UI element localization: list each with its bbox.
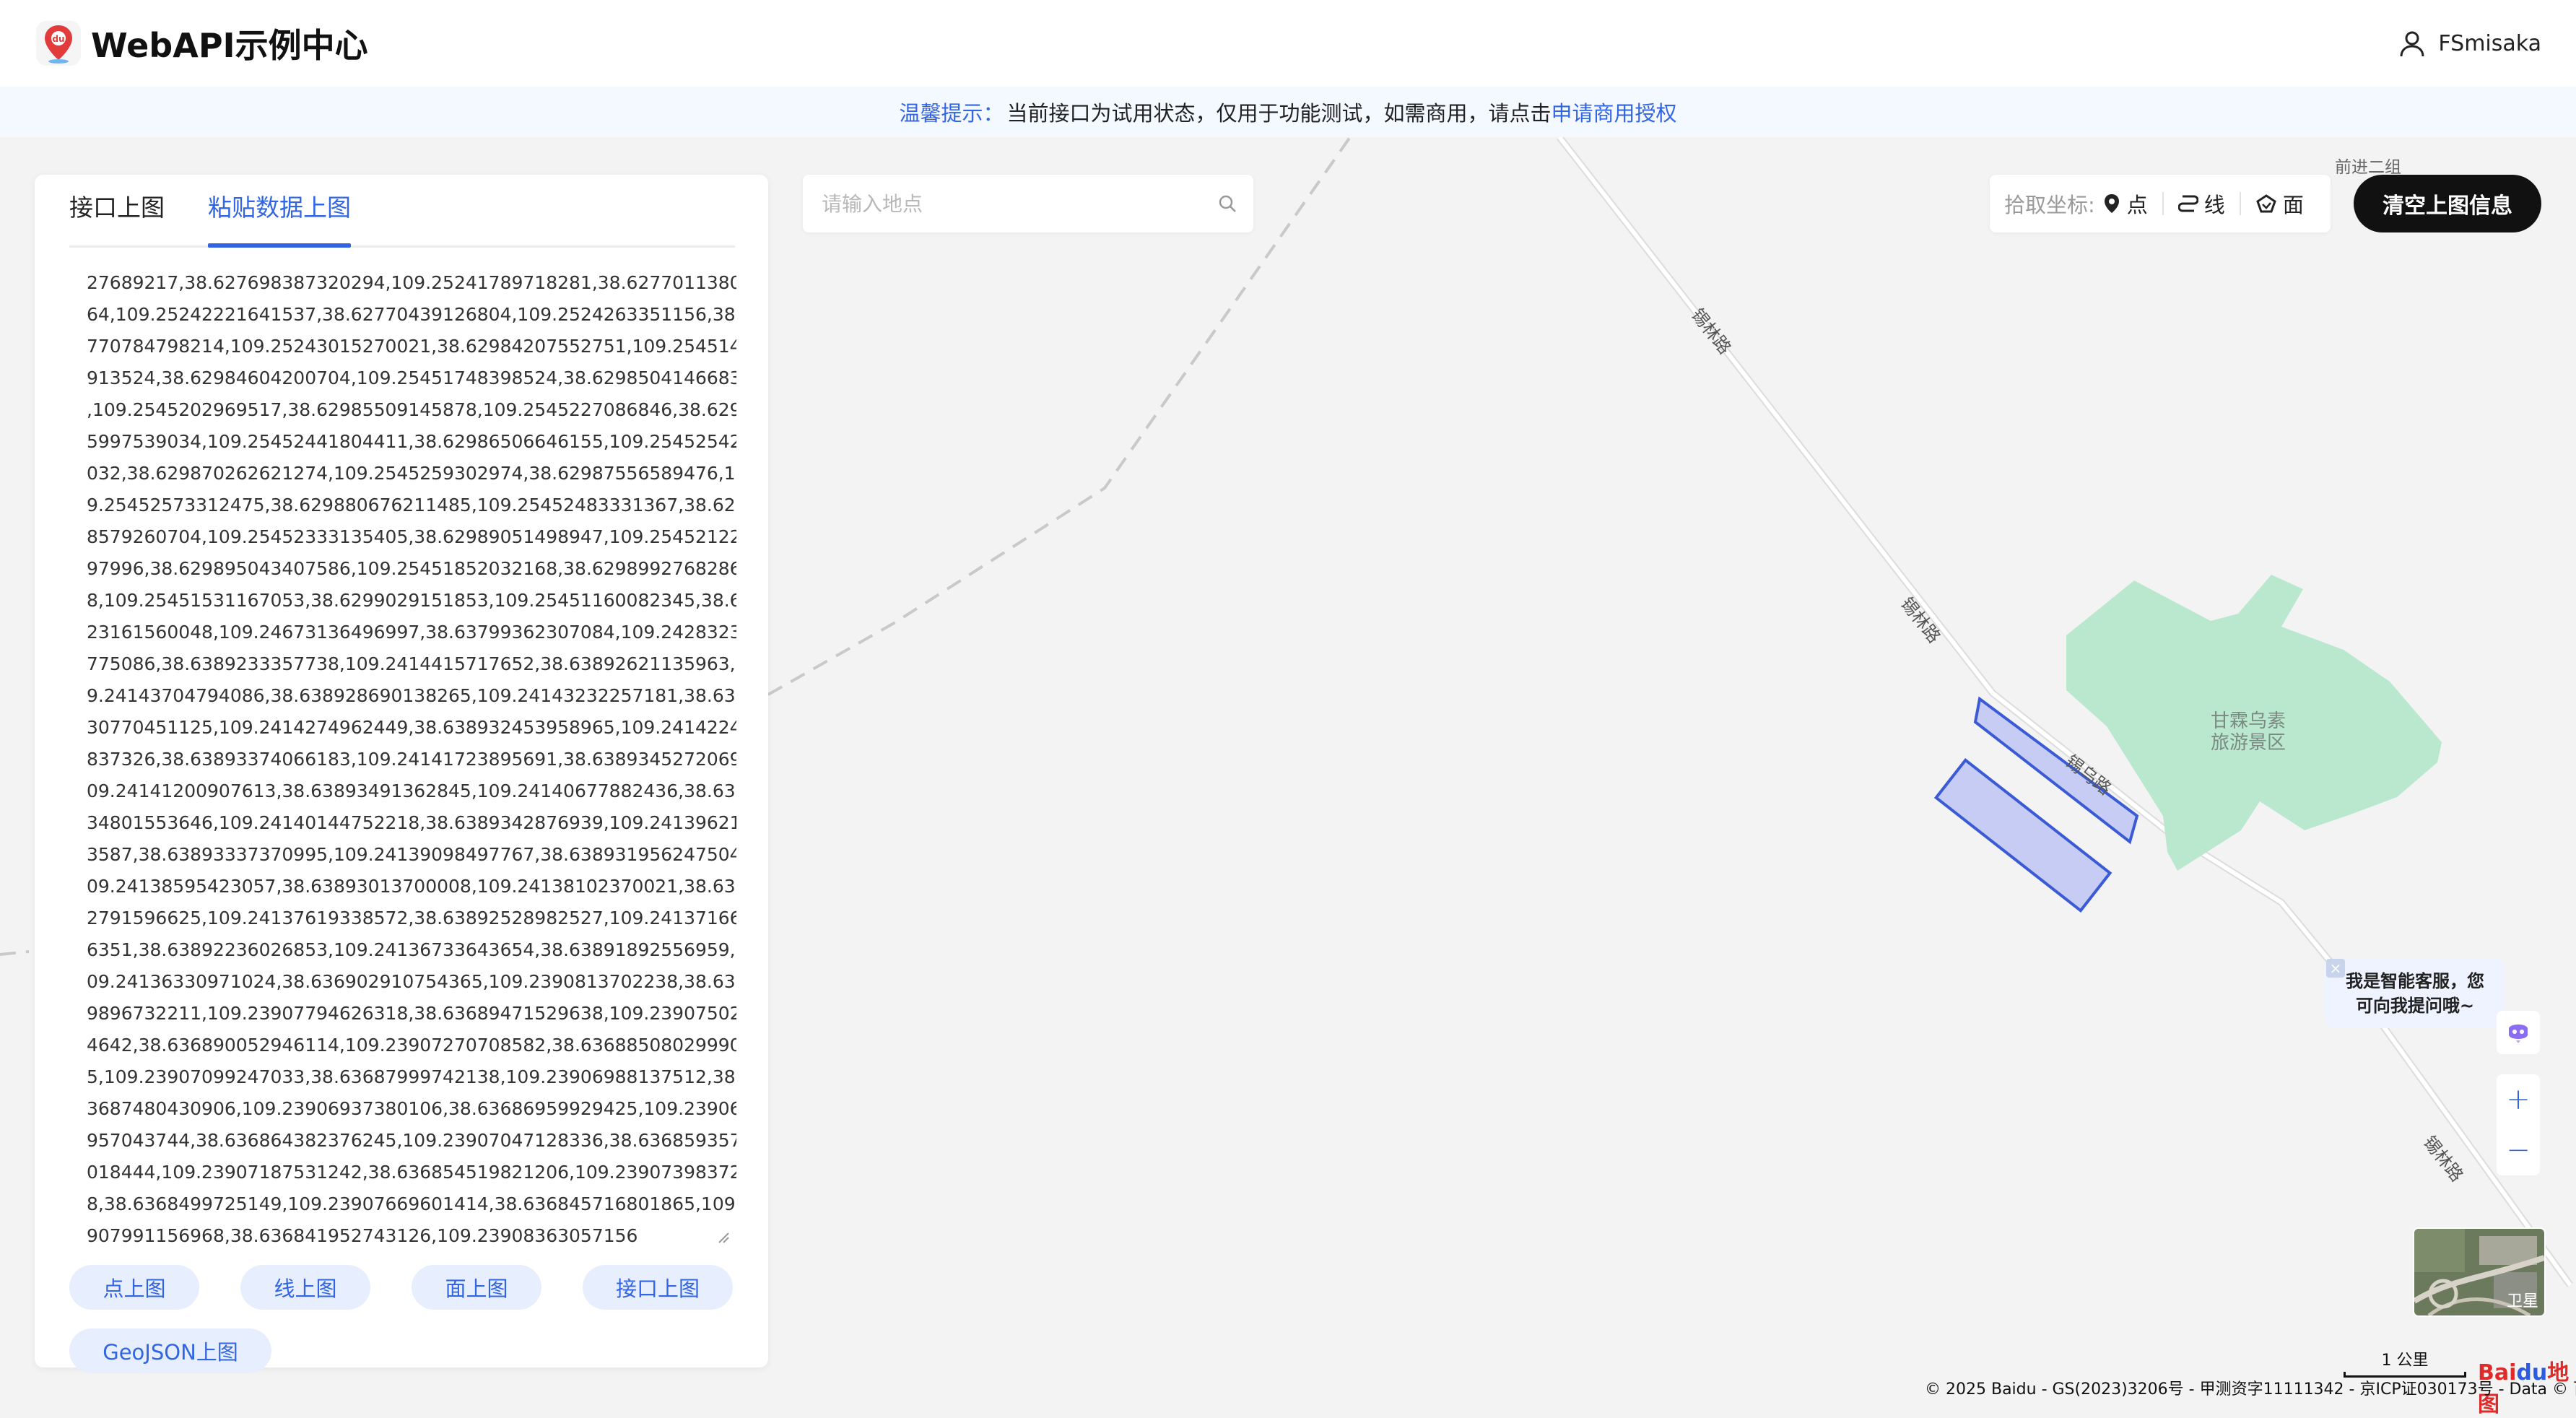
tab-api-upload[interactable]: 接口上图	[69, 195, 165, 245]
zoom-control: + −	[2497, 1074, 2540, 1175]
app-title: WebAPI示例中心	[91, 26, 368, 65]
satellite-toggle[interactable]: 卫星	[2413, 1227, 2546, 1317]
textarea-line: 770784798214,109.25243015270021,38.62984…	[87, 336, 736, 357]
textarea-line: 9.24143704794086,38.638928690138265,109.…	[87, 685, 736, 706]
assistant-robot-button[interactable]	[2497, 1011, 2540, 1054]
textarea-line: 9.25452573312475,38.629880676211485,109.…	[87, 495, 736, 516]
textarea-line: 09.24138595423057,38.63893013700008,109.…	[87, 876, 736, 897]
pick-polygon-label: 面	[2282, 193, 2304, 217]
pick-line-button[interactable]: 线	[2177, 188, 2225, 219]
robot-icon	[2509, 1025, 2528, 1043]
textarea-content: 27689217,38.627698387320294,109.25241789…	[87, 267, 736, 1246]
textarea-line: 27689217,38.627698387320294,109.25241789…	[87, 272, 736, 293]
map-copyright: © 2025 Baidu - GS(2023)3206号 - 甲测资字11111…	[1925, 1380, 2576, 1399]
point-upload-button[interactable]: 点上图	[69, 1265, 199, 1310]
user-name: FSmisaka	[2438, 30, 2541, 56]
textarea-line: 30770451125,109.2414274962449,38.6389324…	[87, 717, 736, 738]
textarea-line: 5997539034,109.25452441804411,38.6298650…	[87, 431, 736, 452]
location-search[interactable]	[803, 175, 1253, 232]
top-header: du WebAPI示例中心 FSmisaka	[0, 0, 2576, 87]
user-icon	[2400, 31, 2424, 57]
textarea-line: 9896732211,109.23907794626318,38.6368947…	[87, 1003, 736, 1024]
search-input[interactable]	[820, 191, 1198, 217]
textarea-line: 34801553646,109.24140144752218,38.638934…	[87, 812, 736, 833]
apply-license-link[interactable]: 申请商用授权	[1552, 97, 1677, 127]
picker-divider	[2239, 192, 2241, 215]
api-upload-button[interactable]: 接口上图	[583, 1265, 733, 1310]
line-upload-button[interactable]: 线上图	[240, 1265, 370, 1310]
assistant-close-icon[interactable]: ×	[2326, 959, 2345, 978]
notice-message: 当前接口为试用状态，仅用于功能测试，如需商用，请点击	[1006, 101, 1552, 126]
textarea-line: 018444,109.23907187531242,38.63685451982…	[87, 1162, 736, 1183]
textarea-line: 8,109.25451531167053,38.6299029151853,10…	[87, 590, 736, 611]
textarea-line: 3687480430906,109.23906937380106,38.6368…	[87, 1098, 736, 1119]
svg-text:du: du	[52, 34, 64, 44]
textarea-line: ,109.2545202969517,38.62985509145878,109…	[87, 399, 736, 420]
satellite-label: 卫星	[2506, 1292, 2538, 1310]
picker-label: 拾取坐标:	[2004, 193, 2095, 217]
pick-point-button[interactable]: 点	[2102, 188, 2148, 219]
textarea-line: 775086,38.6389233357738,109.241441571765…	[87, 653, 736, 674]
assistant-bubble[interactable]: 我是智能客服，您 可向我提问哦~	[2325, 959, 2505, 1028]
plus-icon: +	[2506, 1083, 2531, 1116]
textarea-line: 4642,38.636890052946114,109.239072707085…	[87, 1035, 736, 1056]
picker-divider	[2162, 192, 2164, 215]
tab-paste-upload[interactable]: 粘贴数据上图	[208, 195, 351, 248]
map-pin-logo-icon: du	[36, 21, 81, 66]
coordinate-picker: 拾取坐标: 点 线 面	[1990, 175, 2331, 232]
app-logo[interactable]: du WebAPI示例中心	[35, 19, 368, 67]
textarea-line: 907991156968,38.636841952743126,109.2390…	[87, 1225, 638, 1246]
polygon-icon	[2256, 194, 2276, 213]
panel-tabs: 接口上图 粘贴数据上图	[69, 175, 735, 248]
textarea-line: 09.24136330971024,38.636902910754365,109…	[87, 971, 736, 992]
top-place-label: 前进二组	[2335, 158, 2401, 177]
park-label: 甘霖乌素 旅游景区	[2211, 710, 2286, 754]
scale-label: 1 公里	[2381, 1352, 2429, 1370]
polygon-upload-button[interactable]: 面上图	[412, 1265, 541, 1310]
user-menu[interactable]: FSmisaka	[2398, 0, 2541, 87]
pick-polygon-button[interactable]: 面	[2255, 188, 2304, 219]
textarea-line: 2791596625,109.24137619338572,38.6389252…	[87, 908, 736, 928]
textarea-line: 8579260704,109.25452333135405,38.6298905…	[87, 526, 736, 547]
textarea-line: 957043744,38.636864382376245,109.2390704…	[87, 1130, 736, 1151]
textarea-line: 3587,38.63893337370995,109.2413909849776…	[87, 844, 736, 865]
clear-map-button[interactable]: 清空上图信息	[2354, 175, 2541, 232]
assistant-text: 我是智能客服，您 可向我提问哦~	[2346, 971, 2484, 1016]
notice-bar: 温馨提示： 当前接口为试用状态，仅用于功能测试，如需商用，请点击 申请商用授权	[0, 87, 2576, 137]
zoom-in-button[interactable]: +	[2497, 1074, 2540, 1125]
textarea-line: 032,38.629870262621274,109.2545259302974…	[87, 463, 736, 484]
textarea-line: 97996,38.629895043407586,109.25451852032…	[87, 558, 736, 579]
boundary-dashed-line-left	[0, 950, 30, 956]
search-icon[interactable]	[1217, 193, 1237, 214]
textarea-line: 23161560048,109.24673136496997,38.637993…	[87, 622, 736, 643]
location-pin-icon	[2104, 194, 2119, 213]
route-line-icon	[2177, 195, 2198, 212]
textarea-line: 8,38.6368499725149,109.23907669601414,38…	[87, 1193, 736, 1214]
geojson-upload-button[interactable]: GeoJSON上图	[69, 1328, 271, 1373]
textarea-line: 913524,38.62984604200704,109.25451748398…	[87, 367, 736, 388]
textarea-line: 5,109.23907099247033,38.63687999742138,1…	[87, 1066, 736, 1087]
minus-icon: −	[2506, 1134, 2531, 1167]
map-scale: 1 公里	[2344, 1347, 2466, 1378]
textarea-line: 837326,38.63893374066183,109.24141723895…	[87, 749, 736, 770]
pick-line-label: 线	[2203, 193, 2225, 217]
textarea-line: 6351,38.63892236026853,109.2413673364365…	[87, 939, 736, 960]
textarea-line: 09.24141200907613,38.63893491362845,109.…	[87, 780, 736, 801]
zoom-out-button[interactable]: −	[2497, 1125, 2540, 1175]
textarea-line: 64,109.25242221641537,38.62770439126804,…	[87, 304, 736, 325]
pick-point-label: 点	[2126, 193, 2148, 217]
notice-label: 温馨提示：	[899, 101, 1004, 126]
